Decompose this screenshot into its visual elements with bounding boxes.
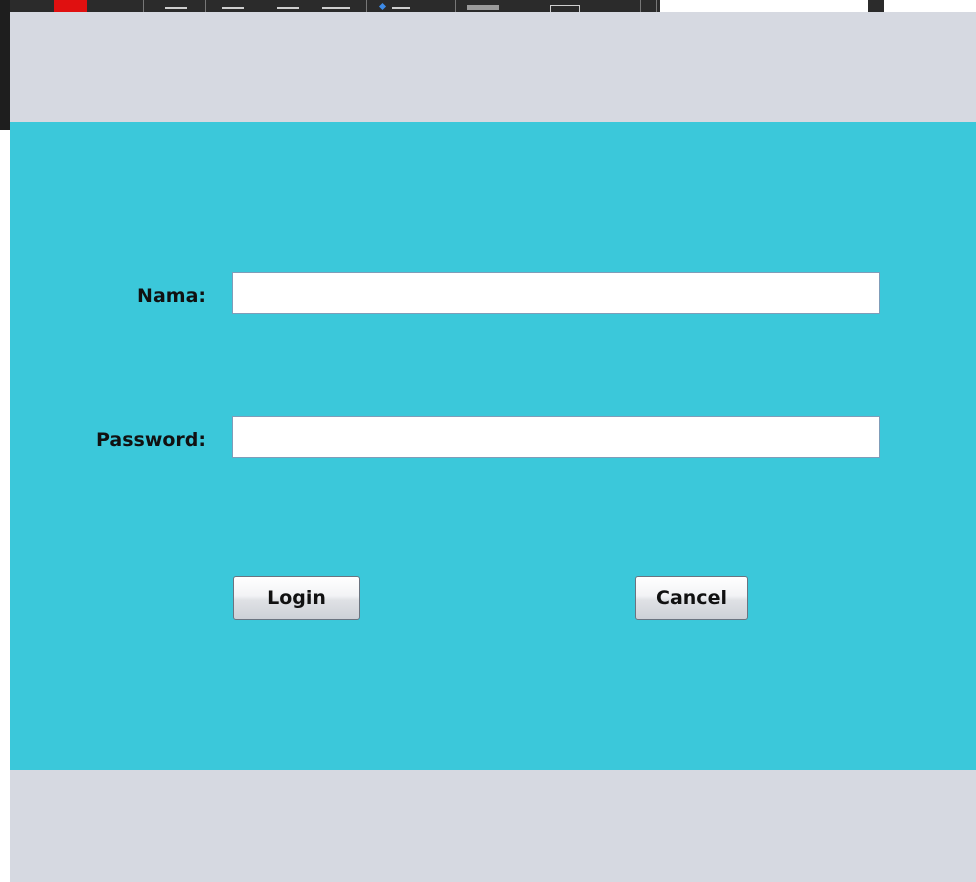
background-toolbar: [0, 0, 660, 12]
toolbar-icon: [467, 5, 499, 10]
screen: Nama: Password: Login Cancel: [0, 0, 976, 882]
toolbar-box-icon: [550, 5, 580, 12]
toolbar-separator: [640, 0, 641, 12]
toolbar-icon: [222, 7, 244, 9]
toolbar-separator: [656, 0, 657, 12]
toolbar-separator: [205, 0, 206, 12]
background-toolbar-fragment: [868, 0, 884, 12]
nama-field[interactable]: [232, 272, 880, 314]
toolbar-icon: [322, 7, 350, 9]
toolbar-separator: [143, 0, 144, 12]
password-field[interactable]: [232, 416, 880, 458]
login-panel: Nama: Password: Login Cancel: [10, 122, 976, 770]
toolbar-run-indicator: [54, 0, 87, 12]
login-window: Nama: Password: Login Cancel: [10, 12, 976, 882]
password-label: Password:: [95, 429, 206, 451]
toolbar-separator: [455, 0, 456, 12]
login-button[interactable]: Login: [233, 576, 360, 620]
toolbar-diamond-icon: [378, 2, 387, 11]
toolbar-icon: [277, 7, 299, 9]
cancel-button[interactable]: Cancel: [635, 576, 748, 620]
nama-label: Nama:: [137, 285, 206, 307]
toolbar-icon: [392, 7, 410, 9]
toolbar-separator: [366, 0, 367, 12]
toolbar-icon: [165, 7, 187, 9]
background-window-edge: [0, 0, 10, 130]
